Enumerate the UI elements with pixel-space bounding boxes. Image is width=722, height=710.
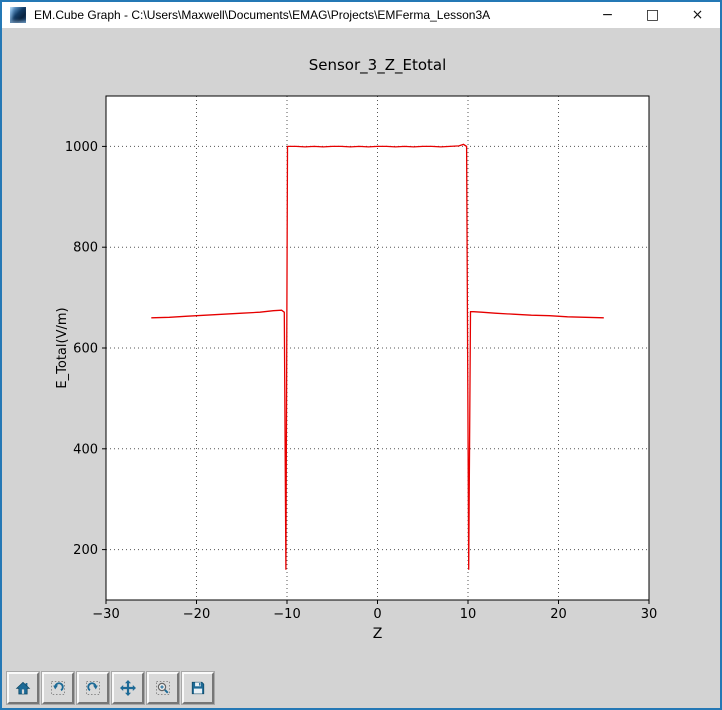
forward-icon: [84, 679, 102, 697]
svg-text:30: 30: [641, 607, 658, 622]
app-icon: [10, 7, 26, 23]
plot-canvas[interactable]: −30 −20 −10 0 10 20 30 200 400 600 800 1000 Sensor_3…: [2, 28, 720, 668]
svg-text:0: 0: [373, 607, 381, 622]
forward-button[interactable]: [77, 672, 109, 704]
svg-text:−30: −30: [92, 607, 119, 622]
y-axis-label: E_Total(V/m): [55, 307, 70, 388]
pan-button[interactable]: [112, 672, 144, 704]
svg-text:1000: 1000: [65, 140, 98, 155]
navigation-toolbar: [2, 668, 720, 708]
save-button[interactable]: [182, 672, 214, 704]
back-button[interactable]: [42, 672, 74, 704]
titlebar: EM.Cube Graph - C:\Users\Maxwell\Documen…: [2, 2, 720, 28]
figure-area: −30 −20 −10 0 10 20 30 200 400 600 800 1000 Sensor_3…: [2, 28, 720, 708]
svg-text:200: 200: [73, 543, 98, 558]
svg-text:10: 10: [460, 607, 477, 622]
svg-text:−20: −20: [183, 607, 210, 622]
window-title: EM.Cube Graph - C:\Users\Maxwell\Documen…: [34, 8, 585, 22]
zoom-rect-icon: [154, 679, 172, 697]
svg-text:20: 20: [550, 607, 567, 622]
svg-text:800: 800: [73, 241, 98, 256]
svg-text:600: 600: [73, 342, 98, 357]
minimize-button[interactable]: −: [585, 2, 630, 28]
chart-title: Sensor_3_Z_Etotal: [309, 56, 447, 75]
close-button[interactable]: ×: [675, 2, 720, 28]
maximize-icon: □: [646, 7, 659, 23]
zoom-rect-button[interactable]: [147, 672, 179, 704]
back-icon: [49, 679, 67, 697]
x-axis-label: Z: [373, 626, 383, 642]
home-icon: [14, 679, 32, 697]
close-icon: ×: [692, 7, 704, 23]
pan-icon: [119, 679, 137, 697]
svg-text:−10: −10: [273, 607, 300, 622]
save-icon: [189, 679, 207, 697]
window-controls: − □ ×: [585, 2, 720, 28]
maximize-button[interactable]: □: [630, 2, 675, 28]
home-button[interactable]: [7, 672, 39, 704]
minimize-icon: −: [602, 7, 614, 23]
svg-text:400: 400: [73, 442, 98, 457]
app-window: EM.Cube Graph - C:\Users\Maxwell\Documen…: [0, 0, 722, 710]
